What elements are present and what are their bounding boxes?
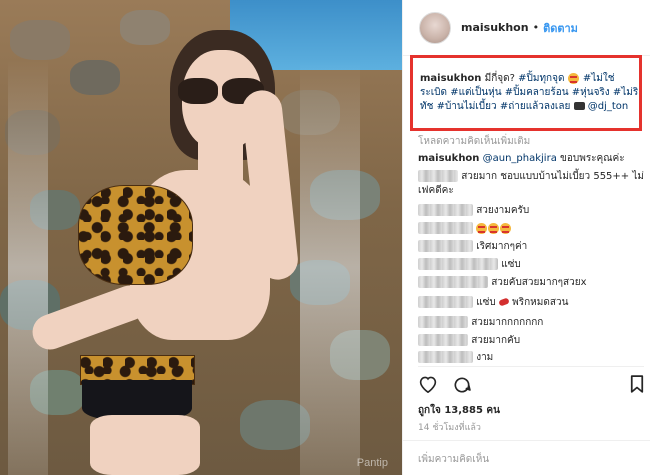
comment	[418, 222, 646, 236]
post-photo[interactable]: Pantip	[0, 0, 402, 475]
blurred-username	[418, 204, 473, 216]
separator-dot: •	[532, 21, 540, 34]
heart-eyes-emoji	[488, 222, 500, 234]
comment-text: สวยคับสวยมากๆสวยx	[491, 277, 587, 288]
comment: สวยคับสวยมากๆสวยx	[418, 276, 646, 290]
header-username[interactable]: maisukhon	[461, 21, 529, 34]
add-comment-input[interactable]: เพิ่มความคิดเห็น	[402, 440, 650, 475]
waterfall	[300, 60, 360, 475]
heart-eyes-emoji	[500, 222, 512, 234]
hot-pepper-emoji	[498, 297, 510, 307]
watermark: Pantip	[356, 457, 388, 469]
comment-text: พริกหมดสวน	[512, 297, 569, 308]
comment: สวยมาก ชอบแบบบ้านไม่เบี้ยว 555++ ไม่เฟคด…	[418, 170, 646, 198]
comment-text: งาม	[476, 352, 494, 363]
legs	[90, 415, 200, 475]
comment: งาม	[418, 351, 646, 365]
comment: แซ่บ	[418, 258, 646, 272]
sunglasses	[178, 78, 218, 104]
comment: เริศมากๆค่า	[418, 240, 646, 254]
comment-text: สวยมากกกกกกก	[471, 317, 544, 328]
mention[interactable]: @aun_phakjira	[483, 153, 557, 164]
bikini-top	[78, 185, 193, 285]
blurred-username	[418, 258, 498, 270]
post-timestamp: 14 ชั่วโมงที่แล้ว	[418, 423, 481, 433]
heart-eyes-emoji	[476, 222, 488, 234]
blurred-username	[418, 334, 468, 346]
comment: สวยมากคับ	[418, 334, 646, 348]
blurred-username	[418, 276, 488, 288]
blurred-username	[418, 240, 473, 252]
comment: maisukhon @aun_phakjira ขอบพระคุณค่ะ	[418, 152, 646, 166]
comment-icon[interactable]	[452, 375, 472, 399]
bookmark-icon[interactable]	[630, 375, 644, 397]
blurred-username	[418, 170, 458, 182]
comment: แซ่บ พริกหมดสวน	[418, 296, 646, 310]
comment-text: สวยมากคับ	[471, 335, 521, 346]
follow-button[interactable]: ติดตาม	[543, 19, 578, 37]
highlight-box	[410, 55, 642, 131]
blurred-username	[418, 296, 473, 308]
heart-icon[interactable]	[418, 375, 438, 397]
comment-text: แซ่บ	[501, 259, 521, 270]
load-more-comments[interactable]: โหลดความคิดเห็นเพิ่มเติม	[418, 134, 530, 149]
like-count[interactable]: ถูกใจ 13,885 คน	[418, 403, 500, 418]
waterfall	[8, 60, 48, 475]
bikini-bottom	[82, 380, 192, 420]
comment-username[interactable]: maisukhon	[418, 153, 479, 164]
post-header: maisukhon • ติดตาม	[403, 0, 650, 56]
blurred-username	[418, 316, 468, 328]
blurred-username	[418, 222, 473, 234]
avatar[interactable]	[419, 11, 451, 44]
comment: สวยงามครับ	[418, 204, 646, 218]
comment-text: แซ่บ	[476, 297, 496, 308]
comment: สวยมากกกกกกก	[418, 316, 646, 330]
blurred-username	[418, 351, 473, 363]
comment-text: สวยงามครับ	[476, 205, 530, 216]
action-bar	[418, 366, 644, 396]
comment-text: ขอบพระคุณค่ะ	[560, 153, 625, 164]
comment-text: เริศมากๆค่า	[476, 241, 528, 252]
